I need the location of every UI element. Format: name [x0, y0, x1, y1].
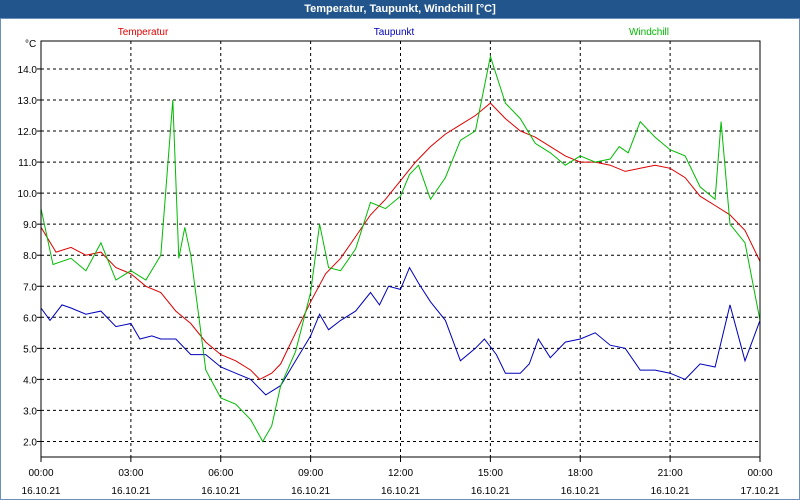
- y-tick-label: 5.0: [23, 344, 37, 355]
- x-tick-label-time: 21:00: [658, 468, 683, 479]
- chart-panel: 2.0 3.0 4.0 5.0 6.0 7.0 8.0 9.0 10.0 11.0 12.0 13.0…: [0, 18, 800, 500]
- y-tick-label: 12.0: [18, 127, 38, 138]
- window-title: Temperatur, Taupunkt, Windchill [°C]: [304, 3, 496, 15]
- y-tick-label: 11.0: [18, 158, 37, 169]
- x-tick-label-time: 15:00: [478, 468, 503, 479]
- x-tick-label-time: 00:00: [747, 468, 772, 479]
- x-tick-label-date: 16.10.21: [471, 486, 510, 497]
- window-title-bar: Temperatur, Taupunkt, Windchill [°C]: [0, 0, 800, 18]
- line-chart: 2.0 3.0 4.0 5.0 6.0 7.0 8.0 9.0 10.0 11.0 12.0 13.0…: [18, 27, 780, 497]
- y-axis-ticks: 2.0 3.0 4.0 5.0 6.0 7.0 8.0 9.0 10.0 11.0 12.0 13.0…: [18, 65, 41, 448]
- legend-label-taupunkt: Taupunkt: [374, 27, 415, 38]
- x-tick-label-date: 16.10.21: [561, 486, 600, 497]
- y-tick-label: 4.0: [23, 375, 37, 386]
- grid: [41, 41, 760, 457]
- x-axis-ticks: 00:00 16.10.21 03:00 16.10.21 06:00 16.10.21 0…: [22, 457, 780, 497]
- y-tick-label: 7.0: [23, 282, 37, 293]
- y-tick-label: 6.0: [23, 313, 37, 324]
- x-tick-label-date: 17.10.21: [741, 486, 780, 497]
- legend: Temperatur Taupunkt Windchill: [118, 27, 669, 38]
- x-tick-label-time: 06:00: [208, 468, 233, 479]
- x-tick-label-time: 03:00: [118, 468, 143, 479]
- x-tick-label-time: 18:00: [568, 468, 593, 479]
- y-axis-unit-label: °C: [25, 39, 36, 50]
- y-tick-label: 3.0: [23, 406, 37, 417]
- y-tick-label: 8.0: [23, 251, 37, 262]
- x-tick-label-date: 16.10.21: [291, 486, 330, 497]
- x-tick-label-date: 16.10.21: [381, 486, 420, 497]
- y-tick-label: 13.0: [18, 96, 38, 107]
- x-tick-label-date: 16.10.21: [201, 486, 240, 497]
- x-tick-label-date: 16.10.21: [651, 486, 690, 497]
- legend-label-temperatur: Temperatur: [118, 27, 169, 38]
- x-tick-label-date: 16.10.21: [22, 486, 61, 497]
- x-tick-label-time: 09:00: [298, 468, 323, 479]
- y-tick-label: 14.0: [18, 65, 38, 76]
- x-tick-label-time: 00:00: [28, 468, 53, 479]
- x-tick-label-date: 16.10.21: [111, 486, 150, 497]
- y-tick-label: 2.0: [23, 437, 37, 448]
- x-tick-label-time: 12:00: [388, 468, 413, 479]
- legend-label-windchill: Windchill: [629, 27, 669, 38]
- y-tick-label: 9.0: [23, 220, 37, 231]
- y-tick-label: 10.0: [18, 189, 38, 200]
